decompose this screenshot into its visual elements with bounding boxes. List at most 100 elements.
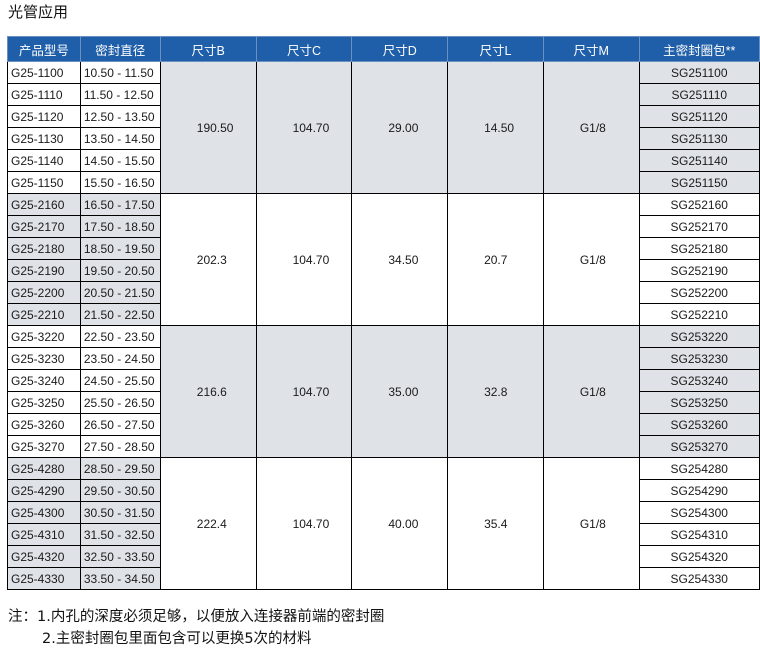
seal-kit-cell: SG254290 — [638, 479, 760, 502]
header-diameter: 密封直径 — [79, 36, 161, 62]
seal-kit-cell: SG251120 — [638, 105, 760, 128]
dim-c-cell: 104.70 — [255, 61, 353, 194]
seal-kit-cell: SG253260 — [638, 413, 760, 436]
model-cell: G25-4330 — [7, 567, 81, 590]
dim-m-cell: G1/8 — [542, 193, 640, 326]
spec-table: 产品型号 密封直径 尺寸B 尺寸C 尺寸D 尺寸L 尺寸M 主密封圈包** G2… — [7, 36, 760, 590]
seal-kit-cell: SG251100 — [638, 61, 760, 84]
diameter-cell: 10.50 - 11.50 — [79, 61, 161, 84]
seal-kit-cell: SG253240 — [638, 369, 760, 392]
seal-kit-cell: SG251140 — [638, 149, 760, 172]
dim-b-cell: 216.6 — [159, 325, 257, 458]
model-cell: G25-4320 — [7, 545, 81, 568]
model-cell: G25-2190 — [7, 259, 81, 282]
dim-m-cell: G1/8 — [542, 61, 640, 194]
model-cell: G25-4310 — [7, 523, 81, 546]
diameter-cell: 15.50 - 16.50 — [79, 171, 161, 194]
diameter-cell: 30.50 - 31.50 — [79, 501, 161, 524]
model-cell: G25-3240 — [7, 369, 81, 392]
diameter-cell: 29.50 - 30.50 — [79, 479, 161, 502]
seal-kit-cell: SG251150 — [638, 171, 760, 194]
dim-l-cell: 20.7 — [447, 193, 544, 326]
diameter-cell: 19.50 - 20.50 — [79, 259, 161, 282]
seal-kit-cell: SG253270 — [638, 435, 760, 458]
model-cell: G25-4280 — [7, 457, 81, 480]
dim-d-cell: 34.50 — [351, 193, 449, 326]
diameter-cell: 32.50 - 33.50 — [79, 545, 161, 568]
seal-kit-cell: SG254300 — [638, 501, 760, 524]
model-cell: G25-3230 — [7, 347, 81, 370]
dim-d-cell: 35.00 — [351, 325, 449, 458]
diameter-cell: 31.50 - 32.50 — [79, 523, 161, 546]
diameter-cell: 20.50 - 21.50 — [79, 281, 161, 304]
seal-kit-cell: SG251130 — [638, 127, 760, 150]
model-cell: G25-2210 — [7, 303, 81, 326]
model-cell: G25-3220 — [7, 325, 81, 348]
model-cell: G25-3270 — [7, 435, 81, 458]
seal-kit-cell: SG253230 — [638, 347, 760, 370]
model-cell: G25-4290 — [7, 479, 81, 502]
diameter-cell: 17.50 - 18.50 — [79, 215, 161, 238]
header-dim-b: 尺寸B — [159, 36, 257, 62]
seal-kit-cell: SG254280 — [638, 457, 760, 480]
dim-c-cell: 104.70 — [255, 457, 353, 590]
seal-kit-cell: SG253250 — [638, 391, 760, 414]
diameter-cell: 28.50 - 29.50 — [79, 457, 161, 480]
table-row: G25-4280 28.50 - 29.50 222.4 104.70 40.00 35.… — [7, 457, 760, 590]
header-row: 产品型号 密封直径 尺寸B 尺寸C 尺寸D 尺寸L 尺寸M 主密封圈包** — [7, 36, 760, 62]
seal-kit-cell: SG251110 — [638, 83, 760, 106]
seal-kit-cell: SG252170 — [638, 215, 760, 238]
model-cell: G25-1140 — [7, 149, 81, 172]
diameter-cell: 11.50 - 12.50 — [79, 83, 161, 106]
model-cell: G25-1100 — [7, 61, 81, 84]
note-line-1: 注：1.内孔的深度必须足够，以便放入连接器前端的密封圈 — [8, 609, 385, 625]
seal-kit-cell: SG254330 — [638, 567, 760, 590]
seal-kit-cell: SG254320 — [638, 545, 760, 568]
model-cell: G25-1120 — [7, 105, 81, 128]
dim-l-cell: 32.8 — [447, 325, 544, 458]
dim-c-cell: 104.70 — [255, 325, 353, 458]
model-cell: G25-2180 — [7, 237, 81, 260]
section-title: 光管应用 — [8, 3, 69, 21]
diameter-cell: 27.50 - 28.50 — [79, 435, 161, 458]
table-row: G25-1100 10.50 - 11.50 190.50 104.70 29.00 14… — [7, 61, 760, 194]
model-cell: G25-2170 — [7, 215, 81, 238]
header-dim-l: 尺寸L — [447, 36, 544, 62]
diameter-cell: 25.50 - 26.50 — [79, 391, 161, 414]
header-model: 产品型号 — [7, 36, 81, 62]
model-cell: G25-1110 — [7, 83, 81, 106]
model-cell: G25-3260 — [7, 413, 81, 436]
diameter-cell: 24.50 - 25.50 — [79, 369, 161, 392]
seal-kit-cell: SG252180 — [638, 237, 760, 260]
dim-b-cell: 202.3 — [159, 193, 257, 326]
seal-kit-cell: SG254310 — [638, 523, 760, 546]
model-cell: G25-1150 — [7, 171, 81, 194]
diameter-cell: 13.50 - 14.50 — [79, 127, 161, 150]
page: 光管应用 产品型号 密封直径 尺寸B 尺寸C 尺寸D 尺寸L 尺寸M 主密封圈包… — [0, 0, 760, 656]
dim-l-cell: 35.4 — [447, 457, 544, 590]
header-dim-c: 尺寸C — [255, 36, 353, 62]
note-line-2: 2.主密封圈包里面包含可以更换5次的材料 — [42, 631, 312, 647]
diameter-cell: 26.50 - 27.50 — [79, 413, 161, 436]
table-row: G25-2160 16.50 - 17.50 202.3 104.70 34.50 20.… — [7, 193, 760, 326]
seal-kit-cell: SG253220 — [638, 325, 760, 348]
dim-d-cell: 40.00 — [351, 457, 449, 590]
diameter-cell: 16.50 - 17.50 — [79, 193, 161, 216]
notes: 注：1.内孔的深度必须足够，以便放入连接器前端的密封圈 2.主密封圈包里面包含可… — [8, 606, 384, 650]
header-dim-d: 尺寸D — [351, 36, 449, 62]
dim-d-cell: 29.00 — [351, 61, 449, 194]
dim-m-cell: G1/8 — [542, 325, 640, 458]
table-row: G25-3220 22.50 - 23.50 216.6 104.70 35.00 32.… — [7, 325, 760, 458]
diameter-cell: 18.50 - 19.50 — [79, 237, 161, 260]
model-cell: G25-1130 — [7, 127, 81, 150]
dim-c-cell: 104.70 — [255, 193, 353, 326]
model-cell: G25-3250 — [7, 391, 81, 414]
diameter-cell: 22.50 - 23.50 — [79, 325, 161, 348]
model-cell: G25-4300 — [7, 501, 81, 524]
seal-kit-cell: SG252210 — [638, 303, 760, 326]
model-cell: G25-2160 — [7, 193, 81, 216]
header-dim-m: 尺寸M — [542, 36, 640, 62]
seal-kit-cell: SG252160 — [638, 193, 760, 216]
seal-kit-cell: SG252190 — [638, 259, 760, 282]
dim-l-cell: 14.50 — [447, 61, 544, 194]
